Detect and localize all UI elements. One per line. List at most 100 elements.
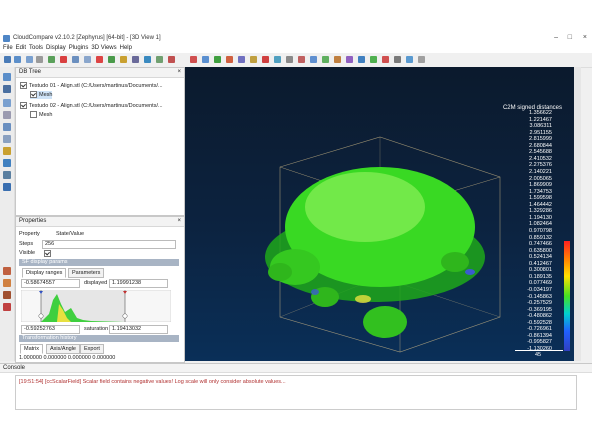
scale-value: 2.680844 — [529, 142, 552, 149]
color-scale-bar — [564, 241, 570, 351]
camera-icon[interactable] — [3, 85, 11, 93]
displayed-field[interactable]: 1.19991238 — [109, 279, 168, 288]
checkbox[interactable] — [20, 102, 27, 109]
view-icon[interactable] — [3, 123, 11, 131]
tree-item-label: Testudo 02 - Align.stl (C:/Users/martinu… — [29, 102, 163, 109]
checkbox[interactable] — [30, 91, 37, 98]
tree-item[interactable]: Testudo 01 - Align.stl (C:/Users/martinu… — [20, 82, 163, 90]
tool-icon[interactable] — [36, 56, 43, 63]
view-icon[interactable] — [3, 171, 11, 179]
tool-icon[interactable] — [3, 303, 11, 311]
tree-item[interactable]: Mesh — [30, 111, 52, 119]
matrix-row: 1.000000 0.000000 0.000000 0.000000 — [19, 355, 116, 361]
scale-value: 1.221467 — [529, 116, 552, 123]
steps-input[interactable]: 256 — [42, 240, 176, 249]
tool-icon[interactable] — [406, 56, 413, 63]
tool-icon[interactable] — [418, 56, 425, 63]
tool-icon[interactable] — [334, 56, 341, 63]
open-icon[interactable] — [4, 56, 11, 63]
tool-icon[interactable] — [214, 56, 221, 63]
tool-icon[interactable] — [120, 56, 127, 63]
save-icon[interactable] — [14, 56, 21, 63]
menu-edit[interactable]: Edit — [16, 45, 26, 51]
transform-history-bar: Transformation history — [19, 335, 179, 342]
minimize-button[interactable]: – — [554, 34, 558, 41]
tab-export[interactable]: Export — [80, 344, 104, 354]
close-button[interactable]: × — [583, 34, 587, 41]
tool-icon[interactable] — [202, 56, 209, 63]
tool-icon[interactable] — [3, 267, 11, 275]
tool-icon[interactable] — [394, 56, 401, 63]
tool-icon[interactable] — [250, 56, 257, 63]
tree-item[interactable]: Testudo 02 - Align.stl (C:/Users/martinu… — [20, 102, 163, 110]
tool-icon[interactable] — [274, 56, 281, 63]
tool-icon[interactable] — [144, 56, 151, 63]
tool-icon[interactable] — [190, 56, 197, 63]
checkbox[interactable] — [20, 82, 27, 89]
tab-display-ranges[interactable]: Display ranges — [22, 268, 67, 278]
saturation-min-field[interactable]: -0.59252763 — [21, 325, 80, 334]
view-icon[interactable] — [3, 135, 11, 143]
tool-icon[interactable] — [286, 56, 293, 63]
tool-icon[interactable] — [238, 56, 245, 63]
menu-plugins[interactable]: Plugins — [69, 45, 89, 51]
properties-title: Properties — [19, 218, 47, 224]
scale-value: 1.734753 — [529, 188, 552, 195]
add-point-icon[interactable] — [60, 56, 67, 63]
scale-value: -0.861394 — [527, 332, 552, 339]
tool-icon[interactable] — [156, 56, 163, 63]
scale-value: 0.635800 — [529, 247, 552, 254]
tool-icon[interactable] — [108, 56, 115, 63]
tool-icon[interactable] — [226, 56, 233, 63]
menu-bar: File Edit Tools Display Plugins 3D Views Help — [0, 44, 592, 53]
menu-tools[interactable]: Tools — [29, 45, 43, 51]
tool-icon[interactable] — [48, 56, 55, 63]
view-icon[interactable] — [3, 111, 11, 119]
tool-icon[interactable] — [26, 56, 33, 63]
tool-icon[interactable] — [346, 56, 353, 63]
3d-view[interactable]: C2M signed distances 1.356622 1.221467 3.0… — [185, 67, 574, 361]
scale-bar — [515, 350, 563, 351]
range-min-field[interactable]: -0.58674557 — [21, 279, 80, 288]
menu-file[interactable]: File — [3, 45, 13, 51]
scale-value: 2.005065 — [529, 175, 552, 182]
tool-icon[interactable] — [310, 56, 317, 63]
tool-icon[interactable] — [322, 56, 329, 63]
view-icon[interactable] — [3, 99, 11, 107]
maximize-button[interactable]: □ — [568, 34, 572, 41]
tool-icon[interactable] — [132, 56, 139, 63]
tool-icon[interactable] — [168, 56, 175, 63]
view-icon[interactable] — [3, 159, 11, 167]
mesh-render[interactable] — [185, 67, 574, 361]
visible-checkbox[interactable] — [44, 250, 51, 257]
menu-3d-views[interactable]: 3D Views — [91, 45, 116, 51]
view-icon[interactable] — [3, 73, 11, 81]
tool-icon[interactable] — [370, 56, 377, 63]
tab-matrix[interactable]: Matrix — [20, 344, 43, 354]
histogram[interactable] — [21, 290, 171, 322]
tab-axis-angle[interactable]: Axis/Angle — [46, 344, 80, 354]
tool-icon[interactable] — [358, 56, 365, 63]
panel-close-icon[interactable]: × — [177, 218, 181, 224]
tool-icon[interactable] — [3, 291, 11, 299]
menu-help[interactable]: Help — [120, 45, 132, 51]
delete-icon[interactable] — [96, 56, 103, 63]
saturation-field[interactable]: 1.19413032 — [109, 325, 168, 334]
scale-value: 1.082464 — [529, 221, 552, 228]
menu-display[interactable]: Display — [46, 45, 66, 51]
sun-icon[interactable] — [3, 147, 11, 155]
tool-icon[interactable] — [262, 56, 269, 63]
console-log[interactable]: [19:51:54] [ccScalarField] Scalar field … — [15, 375, 577, 410]
tree-item[interactable]: Mesh — [30, 91, 53, 99]
zoom-icon[interactable] — [3, 183, 11, 191]
tool-icon[interactable] — [72, 56, 79, 63]
tool-icon[interactable] — [3, 279, 11, 287]
checkbox[interactable] — [30, 111, 37, 118]
tool-icon[interactable] — [382, 56, 389, 63]
panel-close-icon[interactable]: × — [177, 69, 181, 75]
view-scrollbar[interactable] — [574, 67, 581, 361]
tab-parameters[interactable]: Parameters — [68, 268, 105, 278]
tool-icon[interactable] — [84, 56, 91, 63]
tool-icon[interactable] — [298, 56, 305, 63]
sf-params-bar: SF display params — [19, 259, 179, 266]
